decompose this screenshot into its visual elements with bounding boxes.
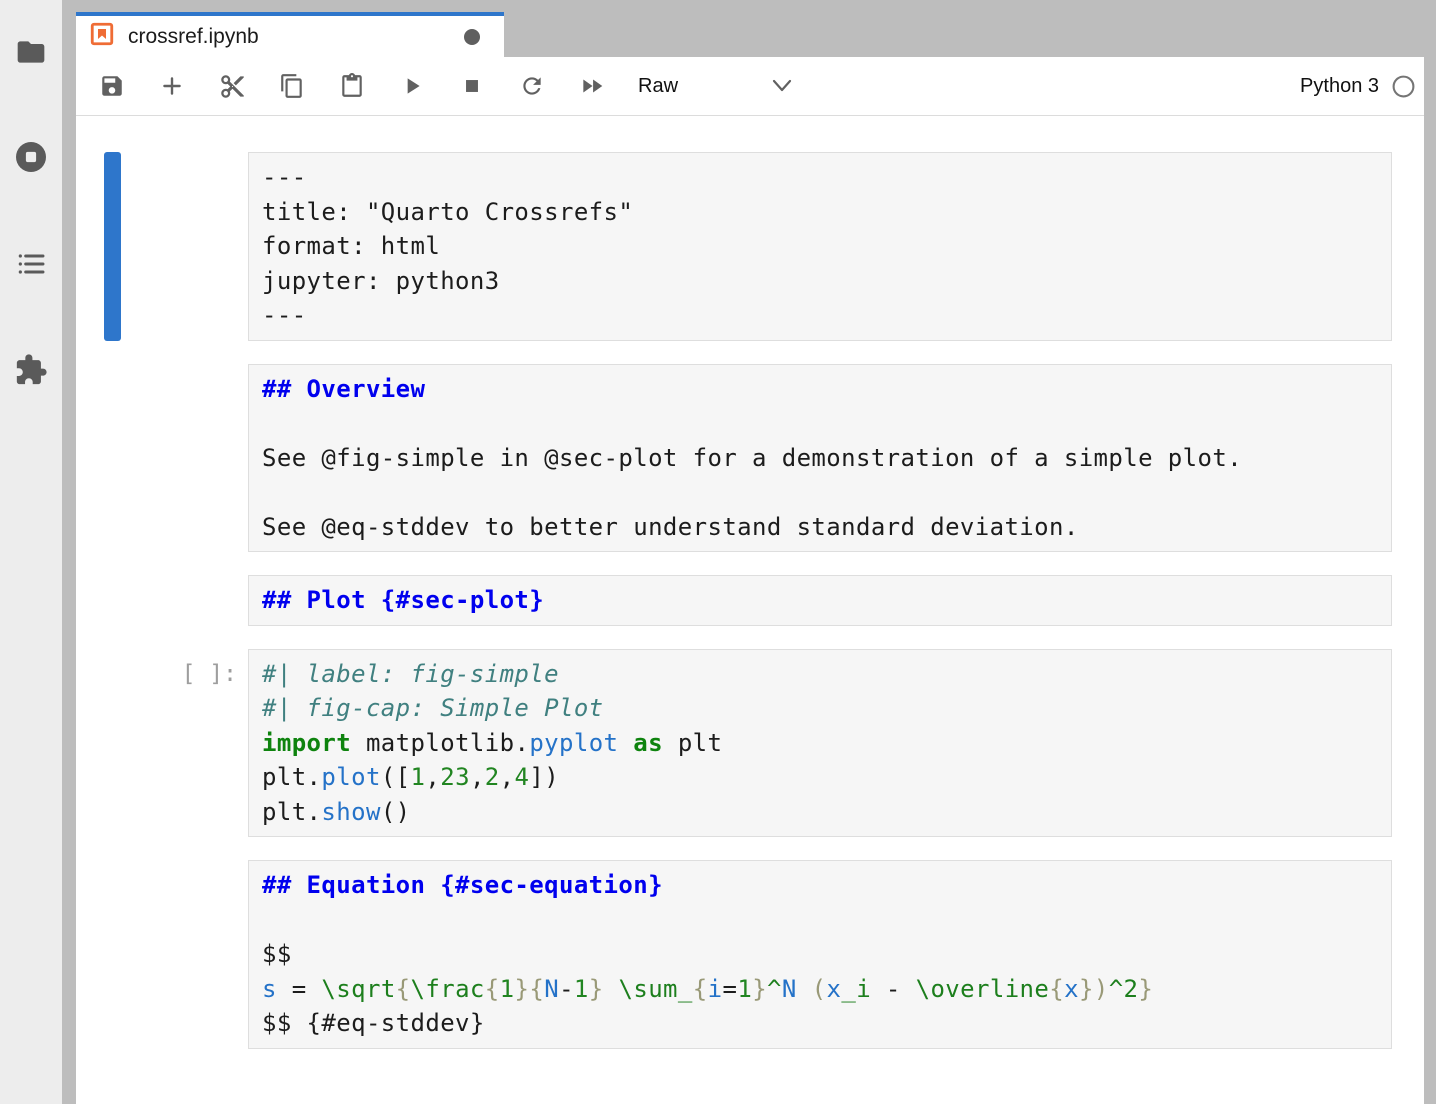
- kernel-name-label: Python 3: [1300, 75, 1379, 98]
- code-line: ## Plot {#sec-plot}: [262, 583, 1378, 618]
- code-line: ---: [262, 298, 1378, 333]
- cut-cells-button[interactable]: [218, 72, 246, 100]
- notebook-cell: ## Equation {#sec-equation} $$s = \sqrt{\…: [104, 860, 1392, 1049]
- cell-editor-markdown[interactable]: ## Equation {#sec-equation} $$s = \sqrt{\…: [248, 860, 1392, 1049]
- code-line: $$ {#eq-stddev}: [262, 1006, 1378, 1041]
- save-button[interactable]: [98, 72, 126, 100]
- code-line: ## Overview: [262, 372, 1378, 407]
- code-line: [262, 406, 1378, 441]
- unsaved-changes-dot: [464, 29, 480, 45]
- code-line: #| fig-cap: Simple Plot: [262, 691, 1378, 726]
- tab-title: crossref.ipynb: [128, 25, 259, 49]
- cell-type-dropdown[interactable]: Raw: [638, 75, 793, 98]
- code-line: format: html: [262, 229, 1378, 264]
- code-line: jupyter: python3: [262, 264, 1378, 299]
- notebook-toolbar: Raw Python 3: [76, 57, 1424, 116]
- code-line: See @eq-stddev to better understand stan…: [262, 510, 1378, 545]
- copy-cells-button[interactable]: [278, 72, 306, 100]
- code-line: plt.plot([1,23,2,4]): [262, 760, 1378, 795]
- activity-sidebar: [0, 0, 62, 1104]
- code-line: s = \sqrt{\frac{1}{N-1} \sum_{i=1}^N (x_…: [262, 972, 1378, 1007]
- chevron-down-icon: [771, 78, 793, 94]
- running-kernels-icon[interactable]: [13, 139, 49, 175]
- notebook-panel: Raw Python 3 ---title: "Quarto Crossrefs…: [76, 57, 1424, 1104]
- notebook-cell: ---title: "Quarto Crossrefs"format: html…: [104, 152, 1392, 341]
- code-line: See @fig-simple in @sec-plot for a demon…: [262, 441, 1378, 476]
- paste-cells-button[interactable]: [338, 72, 366, 100]
- cell-collapser[interactable]: [104, 152, 121, 341]
- cell-list: ---title: "Quarto Crossrefs"format: html…: [76, 116, 1424, 1049]
- cell-collapser[interactable]: [104, 860, 121, 1049]
- cell-collapser[interactable]: [104, 364, 121, 553]
- execution-count-prompt: [121, 364, 248, 553]
- restart-run-all-button[interactable]: [578, 72, 606, 100]
- extension-manager-puzzle-icon[interactable]: [13, 352, 49, 388]
- cell-collapser[interactable]: [104, 649, 121, 838]
- notebook-cell: ## Overview See @fig-simple in @sec-plot …: [104, 364, 1392, 553]
- restart-kernel-button[interactable]: [518, 72, 546, 100]
- cell-editor-raw[interactable]: ---title: "Quarto Crossrefs"format: html…: [248, 152, 1392, 341]
- run-cell-button[interactable]: [398, 72, 426, 100]
- cell-editor-code[interactable]: #| label: fig-simple#| fig-cap: Simple P…: [248, 649, 1392, 838]
- kernel-indicator[interactable]: Python 3: [1300, 74, 1416, 99]
- code-line: ## Equation {#sec-equation}: [262, 868, 1378, 903]
- execution-count-prompt: [121, 860, 248, 1049]
- table-of-contents-icon[interactable]: [13, 246, 49, 282]
- code-line: title: "Quarto Crossrefs": [262, 195, 1378, 230]
- file-browser-folder-icon[interactable]: [13, 34, 49, 70]
- code-line: ---: [262, 160, 1378, 195]
- jupyterlab-window: { "tab": { "title": "crossref.ipynb", "i…: [0, 0, 1436, 1104]
- insert-cell-button[interactable]: [158, 72, 186, 100]
- code-line: plt.show(): [262, 795, 1378, 830]
- code-line: [262, 475, 1378, 510]
- execution-count-prompt: [121, 152, 248, 341]
- notebook-tab[interactable]: crossref.ipynb: [76, 12, 504, 57]
- notebook-cell: [ ]:#| label: fig-simple#| fig-cap: Simp…: [104, 649, 1392, 838]
- notebook-file-icon: [89, 21, 115, 52]
- code-line: [262, 903, 1378, 938]
- execution-count-prompt: [121, 575, 248, 626]
- notebook-cell: ## Plot {#sec-plot}: [104, 575, 1392, 626]
- cell-collapser[interactable]: [104, 575, 121, 626]
- code-line: import matplotlib.pyplot as plt: [262, 726, 1378, 761]
- cell-type-selected-value: Raw: [638, 75, 678, 98]
- code-line: #| label: fig-simple: [262, 657, 1378, 692]
- cell-editor-markdown[interactable]: ## Plot {#sec-plot}: [248, 575, 1392, 626]
- code-line: $$: [262, 937, 1378, 972]
- kernel-status-circle-icon: [1391, 74, 1416, 99]
- execution-count-prompt: [ ]:: [121, 649, 248, 838]
- interrupt-kernel-button[interactable]: [458, 72, 486, 100]
- cell-editor-markdown[interactable]: ## Overview See @fig-simple in @sec-plot …: [248, 364, 1392, 553]
